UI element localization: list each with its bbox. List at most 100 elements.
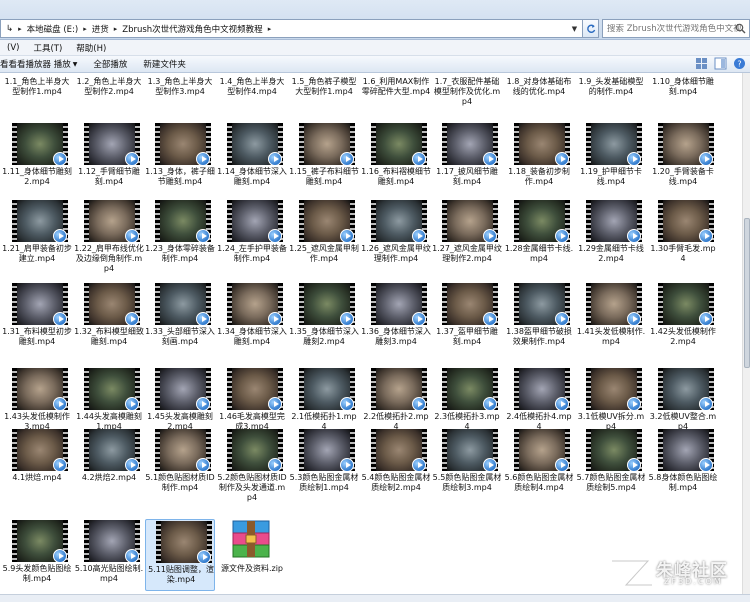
- refresh-button[interactable]: [583, 19, 599, 38]
- new-folder-button[interactable]: 新建文件夹: [135, 58, 194, 70]
- file-item-video[interactable]: 1.33_头部细节深入刻画.mp4: [145, 282, 215, 354]
- file-item-video[interactable]: 5.4颜色贴图金属材质绘制2.mp4: [361, 428, 431, 500]
- search-input[interactable]: [607, 23, 743, 34]
- film-strip-edge: [586, 200, 591, 242]
- file-item-video[interactable]: 1.20_手臂装备卡线.mp4: [648, 122, 718, 194]
- file-name: 1.18_装备初步制作.mp4: [508, 167, 570, 186]
- file-item-video[interactable]: 1.24_左手护甲装备制作.mp4: [217, 199, 287, 271]
- file-item-video[interactable]: 1.32_布料模型细致雕刻.mp4: [74, 282, 144, 354]
- file-item-video[interactable]: 1.4_角色上半身大型制作4.mp4: [217, 73, 287, 127]
- film-strip-edge: [658, 283, 663, 325]
- file-item-video[interactable]: 5.8身体颜色贴图绘制.mp4: [648, 428, 718, 500]
- history-dropdown-icon[interactable]: ▼: [566, 19, 583, 38]
- file-item-video[interactable]: 1.42头发低模制作2.mp4: [648, 282, 718, 354]
- file-item-video[interactable]: 1.19_护甲细节卡线.mp4: [576, 122, 646, 194]
- file-item-video[interactable]: 1.2_角色上半身大型制作2.mp4: [74, 73, 144, 127]
- scrollbar-thumb[interactable]: [744, 218, 750, 368]
- media-player-badge-icon: [196, 397, 210, 411]
- file-item-video[interactable]: 1.28金属细节卡线.mp4: [504, 199, 574, 271]
- file-item-video[interactable]: 1.5_角色裤子模型大型制作1.mp4: [289, 73, 359, 127]
- file-item-video[interactable]: 1.23_身体零碎装备制作.mp4: [145, 199, 215, 271]
- file-item-video[interactable]: 1.12_手臂细节雕刻.mp4: [74, 122, 144, 194]
- media-player-badge-icon: [197, 550, 211, 564]
- file-name: 1.26_遮风金属甲纹理制作.mp4: [361, 244, 431, 263]
- chevron-right-icon[interactable]: ▸: [16, 25, 24, 33]
- vertical-scrollbar[interactable]: [742, 73, 750, 594]
- play-with-button[interactable]: 看看看播放器 播放 ▼: [0, 58, 85, 70]
- preview-pane-icon[interactable]: [714, 57, 727, 70]
- menu-tools[interactable]: 工具(T): [26, 42, 69, 54]
- breadcrumb-computer[interactable]: ↳: [3, 24, 16, 34]
- file-name: 1.31_布料模型初步雕刻.mp4: [2, 327, 72, 346]
- file-item-video[interactable]: 1.16_布料褶模细节雕刻.mp4: [361, 122, 431, 194]
- menu-help[interactable]: 帮助(H): [69, 42, 113, 54]
- file-item-video[interactable]: 1.13_身体，裤子细节雕刻.mp4: [145, 122, 215, 194]
- file-item-video[interactable]: 1.30手臂毛发.mp4: [648, 199, 718, 271]
- file-item-video[interactable]: 1.37_盔甲细节雕刻.mp4: [432, 282, 502, 354]
- file-item-video[interactable]: 5.2颜色贴图材质ID制作及头发通道.mp4: [217, 428, 287, 502]
- media-player-badge-icon: [699, 397, 713, 411]
- file-item-video[interactable]: 1.27_遮风金属甲纹理制作2.mp4: [432, 199, 502, 271]
- file-item-video[interactable]: 1.18_装备初步制作.mp4: [504, 122, 574, 194]
- file-item-video[interactable]: 1.22_肩甲布线优化及边缘倒角制作.mp4: [74, 199, 144, 273]
- breadcrumb-folder-purchase[interactable]: 进货: [89, 23, 112, 35]
- chevron-right-icon[interactable]: ▸: [266, 25, 274, 33]
- file-item-video[interactable]: 5.7颜色贴图金属材质绘制5.mp4: [576, 428, 646, 500]
- file-name: 1.11_身体细节雕刻2.mp4: [2, 167, 72, 186]
- file-item-video[interactable]: 1.15_裤子布料细节雕刻.mp4: [289, 122, 359, 194]
- file-item-video[interactable]: 5.10高光贴图绘制.mp4: [74, 519, 144, 591]
- file-item-video[interactable]: 1.21_肩甲装备初步建立.mp4: [2, 199, 72, 271]
- file-item-video[interactable]: 5.9头发颜色贴图绘制.mp4: [2, 519, 72, 591]
- file-item-video[interactable]: 1.25_遮风金属甲制作.mp4: [289, 199, 359, 271]
- file-item-archive[interactable]: 源文件及资料.zip: [217, 519, 287, 591]
- chevron-right-icon[interactable]: ▸: [112, 25, 120, 33]
- file-item-video[interactable]: 1.38盔甲细节破损效果制作.mp4: [504, 282, 574, 354]
- breadcrumb-drive[interactable]: 本地磁盘 (E:): [24, 23, 82, 35]
- search-box[interactable]: [602, 19, 750, 38]
- file-item-video[interactable]: 5.5颜色贴图金属材质绘制3.mp4: [432, 428, 502, 500]
- media-player-badge-icon: [483, 397, 497, 411]
- file-name: 5.5颜色贴图金属材质绘制3.mp4: [432, 473, 502, 492]
- file-item-video[interactable]: 1.29金属细节卡线2.mp4: [576, 199, 646, 271]
- file-item-video[interactable]: 5.6颜色贴图金属材质绘制4.mp4: [504, 428, 574, 500]
- file-item-video[interactable]: 1.9_头发基础模型的制作.mp4: [576, 73, 646, 127]
- breadcrumb-folder-current[interactable]: Zbrush次世代游戏角色中文视频教程: [119, 23, 265, 35]
- file-item-video[interactable]: 1.10_身体细节雕刻.mp4: [648, 73, 718, 127]
- media-player-badge-icon: [412, 152, 426, 166]
- file-item-video[interactable]: 1.11_身体细节雕刻2.mp4: [2, 122, 72, 194]
- file-item-video[interactable]: 5.1颜色贴图材质ID制作.mp4: [145, 428, 215, 500]
- file-item-video[interactable]: 1.7_衣服配件基础模型制作及优化.mp4: [432, 73, 502, 127]
- file-item-video[interactable]: 5.3颜色贴图金属材质绘制1.mp4: [289, 428, 359, 500]
- file-name: 5.9头发颜色贴图绘制.mp4: [2, 564, 72, 583]
- file-item-video[interactable]: 1.1_角色上半身大型制作1.mp4: [2, 73, 72, 127]
- file-item-video[interactable]: 1.3_角色上半身大型制作3.mp4: [145, 73, 215, 127]
- help-icon[interactable]: ?: [733, 57, 746, 70]
- menu-view[interactable]: (V): [0, 43, 26, 53]
- file-name: 1.2_角色上半身大型制作2.mp4: [76, 77, 142, 96]
- file-item-video[interactable]: 1.14_身体细节深入雕刻.mp4: [217, 122, 287, 194]
- film-strip-edge: [12, 200, 17, 242]
- file-item-video[interactable]: 5.11贴图调整，渲染.mp4: [145, 519, 215, 591]
- file-item-video[interactable]: 1.41头发低模制作.mp4: [576, 282, 646, 354]
- file-item-video[interactable]: 4.2烘焙2.mp4: [74, 428, 144, 500]
- file-item-video[interactable]: 1.31_布料模型初步雕刻.mp4: [2, 282, 72, 354]
- file-item-video[interactable]: 1.34_身体细节深入雕刻.mp4: [217, 282, 287, 354]
- media-player-badge-icon: [627, 458, 641, 472]
- play-all-button[interactable]: 全部播放: [85, 58, 135, 70]
- file-item-video[interactable]: 1.35_身体细节深入雕刻2.mp4: [289, 282, 359, 354]
- film-strip-edge: [299, 123, 304, 165]
- file-item-video[interactable]: 1.6_利用MAX制作零碎配件大型.mp4: [361, 73, 431, 127]
- file-item-video[interactable]: 1.17_披风细节雕刻.mp4: [432, 122, 502, 194]
- film-strip-edge: [84, 123, 89, 165]
- chevron-right-icon[interactable]: ▸: [81, 25, 89, 33]
- film-strip-edge: [156, 521, 161, 563]
- film-strip-edge: [155, 200, 160, 242]
- file-item-video[interactable]: 4.1烘焙.mp4: [2, 428, 72, 500]
- file-item-video[interactable]: 1.36_身体细节深入雕刻3.mp4: [361, 282, 431, 354]
- file-item-video[interactable]: 1.8_对身体基础布线的优化.mp4: [504, 73, 574, 127]
- breadcrumb[interactable]: ↳ ▸ 本地磁盘 (E:) ▸ 进货 ▸ Zbrush次世代游戏角色中文视频教程…: [0, 19, 583, 38]
- file-item-video[interactable]: 1.26_遮风金属甲纹理制作.mp4: [361, 199, 431, 271]
- view-options-icon[interactable]: [695, 57, 708, 70]
- media-player-badge-icon: [340, 397, 354, 411]
- search-icon[interactable]: [735, 23, 746, 34]
